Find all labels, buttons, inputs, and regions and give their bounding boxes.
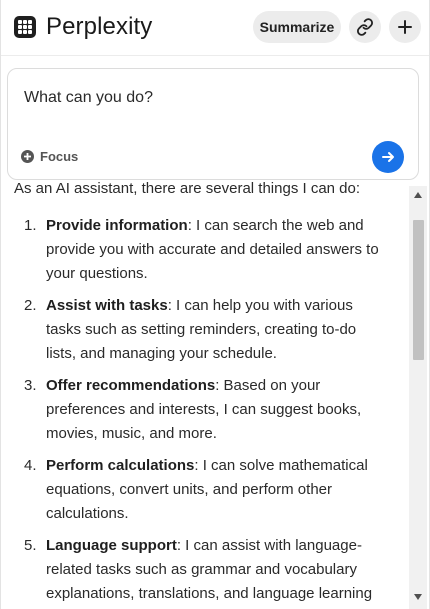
item-title: Language support bbox=[46, 537, 177, 554]
scroll-down-icon[interactable] bbox=[414, 594, 422, 600]
brand-title: Perplexity bbox=[46, 13, 153, 40]
item-title: Assist with tasks bbox=[46, 297, 168, 314]
summarize-button[interactable]: Summarize bbox=[253, 11, 341, 43]
item-title: Perform calculations bbox=[46, 457, 195, 474]
list-number: 3. bbox=[24, 377, 37, 394]
new-thread-button[interactable] bbox=[389, 11, 421, 43]
scrollbar[interactable] bbox=[409, 186, 427, 609]
focus-button[interactable]: Focus bbox=[21, 149, 78, 164]
scroll-up-icon[interactable] bbox=[414, 192, 422, 198]
ask-card[interactable]: What can you do? Focus bbox=[7, 68, 419, 180]
scroll-thumb[interactable] bbox=[413, 220, 424, 360]
item-title: Offer recommendations bbox=[46, 377, 216, 394]
focus-label: Focus bbox=[40, 149, 79, 164]
list-number: 4. bbox=[24, 457, 37, 474]
header: Perplexity Summarize bbox=[1, 0, 429, 56]
answer-intro: As an AI assistant, there are several th… bbox=[14, 182, 361, 197]
answer-panel: As an AI assistant, there are several th… bbox=[1, 182, 409, 609]
list-number: 2. bbox=[24, 297, 37, 314]
list-number: 1. bbox=[24, 217, 37, 234]
grid-logo-icon bbox=[14, 16, 36, 38]
arrow-right-icon bbox=[382, 152, 394, 162]
copy-link-button[interactable] bbox=[349, 11, 381, 43]
list-number: 5. bbox=[24, 537, 37, 554]
item-title: Provide information bbox=[46, 217, 188, 234]
link-icon bbox=[357, 18, 373, 36]
focus-plus-icon bbox=[21, 150, 34, 163]
query-input[interactable]: What can you do? bbox=[24, 89, 153, 107]
submit-button[interactable] bbox=[372, 141, 404, 173]
plus-icon bbox=[398, 20, 412, 34]
